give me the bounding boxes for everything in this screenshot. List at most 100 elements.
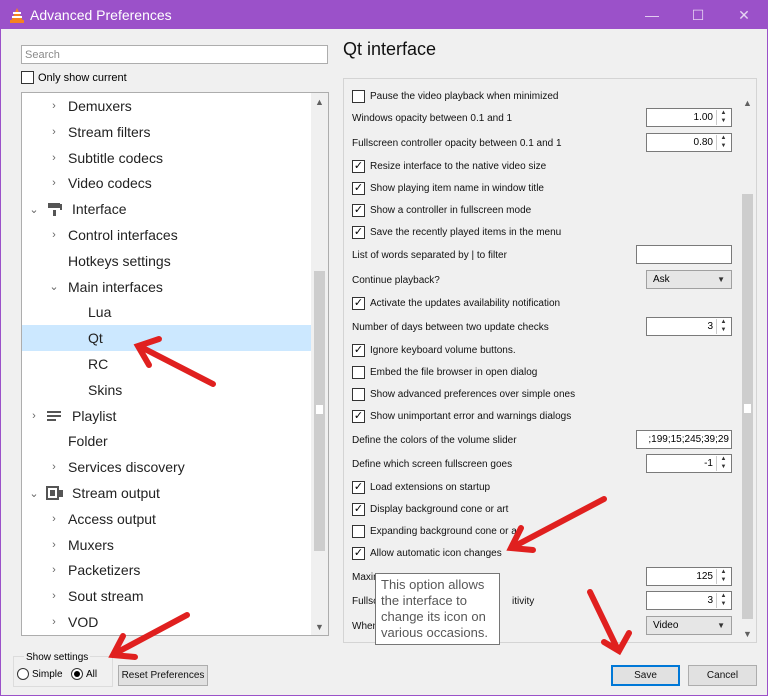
setting-row[interactable]: Expanding background cone or a: [352, 520, 517, 542]
spin-box[interactable]: 125 ▲ ▼: [646, 567, 732, 586]
spin-arrows-icon[interactable]: ▲ ▼: [716, 593, 730, 608]
collapsed-arrow-icon[interactable]: ›: [48, 229, 60, 241]
simple-radio[interactable]: [17, 668, 29, 680]
setting-row[interactable]: Pause the video playback when minimized: [352, 85, 558, 107]
text-field[interactable]: [636, 245, 732, 264]
collapsed-arrow-icon[interactable]: ›: [48, 616, 60, 628]
settings-scrollbar[interactable]: ▲ ▼: [739, 79, 756, 642]
tree-item-folder[interactable]: Folder: [22, 428, 312, 454]
simple-option[interactable]: Simple: [17, 668, 63, 680]
tree-item-rc[interactable]: RC: [22, 351, 312, 377]
spin-arrows-icon[interactable]: ▲ ▼: [716, 569, 730, 584]
tree-item-demuxers[interactable]: › Demuxers: [22, 93, 312, 119]
setting-row[interactable]: Embed the file browser in open dialog: [352, 361, 537, 383]
setting-row[interactable]: ✓ Show a controller in fullscreen mode: [352, 199, 531, 221]
spin-arrows-icon[interactable]: ▲ ▼: [716, 110, 730, 125]
setting-row[interactable]: ✓ Activate the updates availability notif…: [352, 292, 560, 314]
scroll-up-icon[interactable]: ▲: [311, 93, 328, 110]
checked-checkbox[interactable]: ✓: [352, 546, 365, 560]
collapsed-arrow-icon[interactable]: ›: [48, 539, 60, 551]
tree-item-subtitle-codecs[interactable]: › Subtitle codecs: [22, 145, 312, 171]
only-show-current-checkbox[interactable]: [21, 71, 34, 84]
spin-arrows-icon[interactable]: ▲ ▼: [716, 135, 730, 150]
tree-item-control-interfaces[interactable]: › Control interfaces: [22, 222, 312, 248]
maximize-button[interactable]: ☐: [675, 1, 721, 29]
tree-item-packetizers[interactable]: › Packetizers: [22, 557, 312, 583]
collapsed-arrow-icon[interactable]: ›: [48, 564, 60, 576]
checked-checkbox[interactable]: ✓: [352, 181, 365, 195]
tree-item-services-discovery[interactable]: › Services discovery: [22, 454, 312, 480]
collapsed-arrow-icon[interactable]: ›: [48, 100, 60, 112]
collapsed-arrow-icon[interactable]: ›: [48, 461, 60, 473]
tree-item-main-interfaces[interactable]: ⌄ Main interfaces: [22, 274, 312, 300]
title-bar[interactable]: Advanced Preferences — ☐ ✕: [1, 1, 767, 29]
setting-row[interactable]: ✓ Load extensions on startup: [352, 476, 490, 498]
collapsed-arrow-icon[interactable]: ›: [48, 152, 60, 164]
checked-checkbox[interactable]: ✓: [352, 502, 365, 516]
tree-item-skins[interactable]: Skins: [22, 377, 312, 403]
spin-box[interactable]: 3 ▲ ▼: [646, 591, 732, 610]
preferences-tree[interactable]: › Demuxers › Stream filters › Subtitle codecs…: [21, 92, 329, 636]
reset-preferences-button[interactable]: Reset Preferences: [118, 665, 208, 686]
tree-item-muxers[interactable]: › Muxers: [22, 532, 312, 558]
cancel-button[interactable]: Cancel: [688, 665, 757, 686]
close-button[interactable]: ✕: [721, 1, 767, 29]
all-radio[interactable]: [71, 668, 83, 680]
dropdown[interactable]: Video ▼: [646, 616, 732, 635]
setting-row[interactable]: ✓ Allow automatic icon changes: [352, 542, 502, 564]
tree-item-lua[interactable]: Lua: [22, 299, 312, 325]
scroll-down-icon[interactable]: ▼: [311, 618, 328, 635]
checked-checkbox[interactable]: ✓: [352, 409, 365, 423]
unchecked-checkbox[interactable]: [352, 387, 365, 401]
only-show-current-option[interactable]: Only show current: [21, 71, 127, 84]
collapsed-arrow-icon[interactable]: ›: [28, 410, 40, 422]
tree-item-stream-output[interactable]: ⌄ Stream output: [22, 480, 312, 506]
checked-checkbox[interactable]: ✓: [352, 203, 365, 217]
save-button[interactable]: Save: [611, 665, 680, 686]
expanded-arrow-icon[interactable]: ⌄: [28, 203, 40, 216]
checked-checkbox[interactable]: ✓: [352, 159, 365, 173]
scroll-up-icon[interactable]: ▲: [739, 94, 756, 111]
spin-box[interactable]: 3 ▲ ▼: [646, 317, 732, 336]
setting-row[interactable]: ✓ Show playing item name in window title: [352, 177, 544, 199]
tree-item-video-codecs[interactable]: › Video codecs: [22, 170, 312, 196]
all-option[interactable]: All: [71, 668, 97, 680]
spin-arrows-icon[interactable]: ▲ ▼: [716, 319, 730, 334]
tree-item-qt[interactable]: Qt: [22, 325, 312, 352]
tree-item-access-output[interactable]: › Access output: [22, 506, 312, 532]
minimize-button[interactable]: —: [629, 1, 675, 29]
checked-checkbox[interactable]: ✓: [352, 343, 365, 357]
collapsed-arrow-icon[interactable]: ›: [48, 513, 60, 525]
unchecked-checkbox[interactable]: [352, 365, 365, 379]
search-input[interactable]: [21, 45, 328, 64]
collapsed-arrow-icon[interactable]: ›: [48, 590, 60, 602]
tree-item-sout-stream[interactable]: › Sout stream: [22, 583, 312, 609]
unchecked-checkbox[interactable]: [352, 524, 365, 538]
dropdown[interactable]: Ask ▼: [646, 270, 732, 289]
setting-row[interactable]: ✓ Save the recently played items in the m…: [352, 221, 561, 243]
setting-row[interactable]: ✓ Resize interface to the native video si…: [352, 155, 546, 177]
tree-item-playlist[interactable]: › Playlist: [22, 403, 312, 429]
tree-item-interface[interactable]: ⌄ Interface: [22, 196, 312, 222]
setting-row[interactable]: ✓ Ignore keyboard volume buttons.: [352, 339, 516, 361]
setting-row[interactable]: Show advanced preferences over simple on…: [352, 383, 575, 405]
text-field[interactable]: ;199;15;245;39;29: [636, 430, 732, 449]
tree-item-vod[interactable]: › VOD: [22, 609, 312, 635]
tree-scrollbar[interactable]: ▲ ▼: [311, 93, 328, 635]
tree-item-stream-filters[interactable]: › Stream filters: [22, 119, 312, 145]
spin-arrows-icon[interactable]: ▲ ▼: [716, 456, 730, 471]
settings-pane[interactable]: Pause the video playback when minimized W…: [343, 78, 757, 643]
expanded-arrow-icon[interactable]: ⌄: [48, 280, 60, 293]
scroll-down-icon[interactable]: ▼: [739, 625, 756, 642]
checked-checkbox[interactable]: ✓: [352, 225, 365, 239]
collapsed-arrow-icon[interactable]: ›: [48, 126, 60, 138]
spin-box[interactable]: -1 ▲ ▼: [646, 454, 732, 473]
expanded-arrow-icon[interactable]: ⌄: [28, 487, 40, 500]
checked-checkbox[interactable]: ✓: [352, 296, 365, 310]
unchecked-checkbox[interactable]: [352, 89, 365, 103]
spin-box[interactable]: 0.80 ▲ ▼: [646, 133, 732, 152]
checked-checkbox[interactable]: ✓: [352, 480, 365, 494]
collapsed-arrow-icon[interactable]: ›: [48, 177, 60, 189]
setting-row[interactable]: ✓ Display background cone or art: [352, 498, 508, 520]
spin-box[interactable]: 1.00 ▲ ▼: [646, 108, 732, 127]
